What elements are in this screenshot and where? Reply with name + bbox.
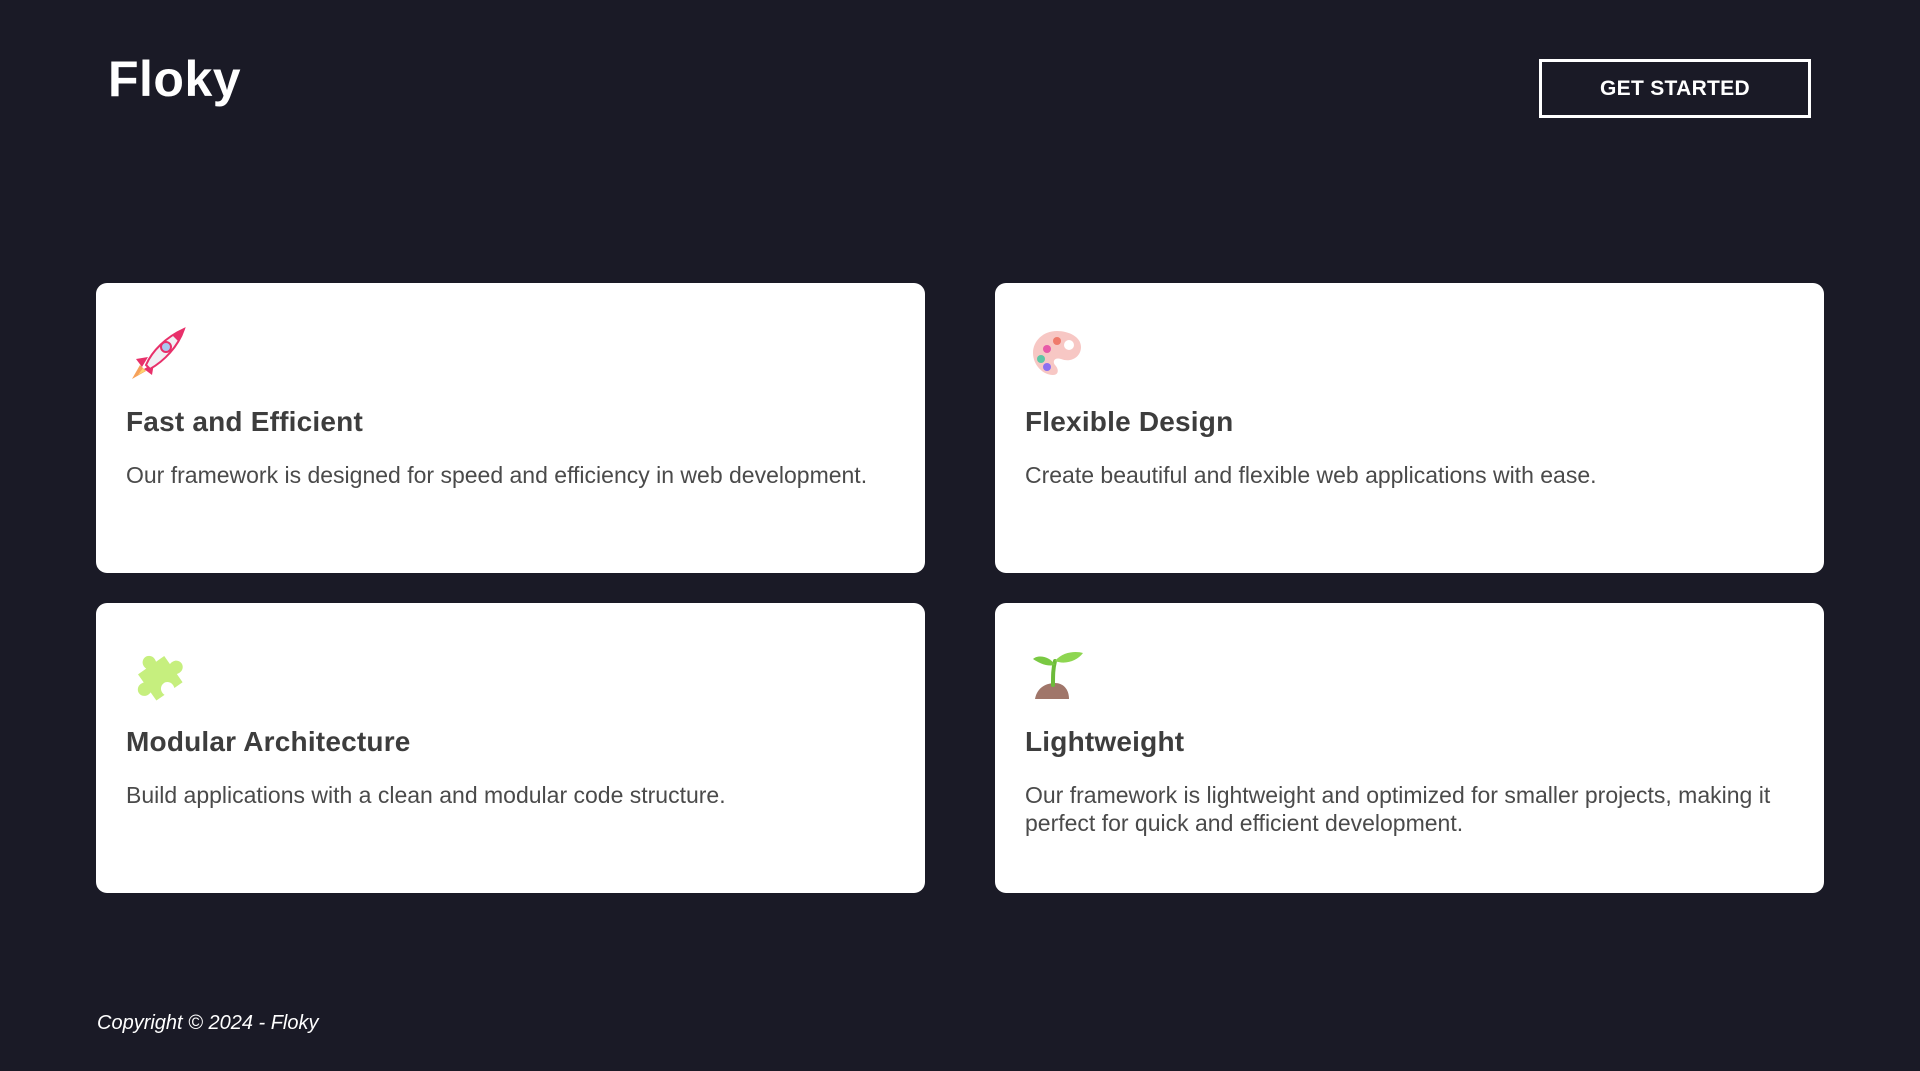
logo: Floky [108, 51, 242, 107]
feature-title: Modular Architecture [126, 726, 411, 757]
feature-description: Our framework is lightweight and optimiz… [1025, 782, 1771, 836]
feature-title: Lightweight [1025, 726, 1185, 757]
feature-card-fast: Fast and Efficient Our framework is desi… [96, 283, 925, 573]
rocket-icon [126, 321, 190, 385]
feature-description: Build applications with a clean and modu… [126, 782, 726, 808]
feature-title: Fast and Efficient [126, 406, 363, 437]
feature-description: Our framework is designed for speed and … [126, 462, 868, 488]
palette-icon [1025, 321, 1089, 385]
puzzle-piece-icon [126, 641, 190, 705]
feature-card-lightweight: Lightweight Our framework is lightweight… [995, 603, 1824, 893]
feature-card-flexible: Flexible Design Create beautiful and fle… [995, 283, 1824, 573]
feature-description: Create beautiful and flexible web applic… [1025, 462, 1597, 488]
feature-card-modular: Modular Architecture Build applications … [96, 603, 925, 893]
get-started-button[interactable]: GET STARTED [1539, 59, 1811, 118]
footer-copyright: Copyright © 2024 - Floky [97, 1012, 319, 1034]
feature-title: Flexible Design [1025, 406, 1234, 437]
seedling-icon [1025, 641, 1089, 705]
